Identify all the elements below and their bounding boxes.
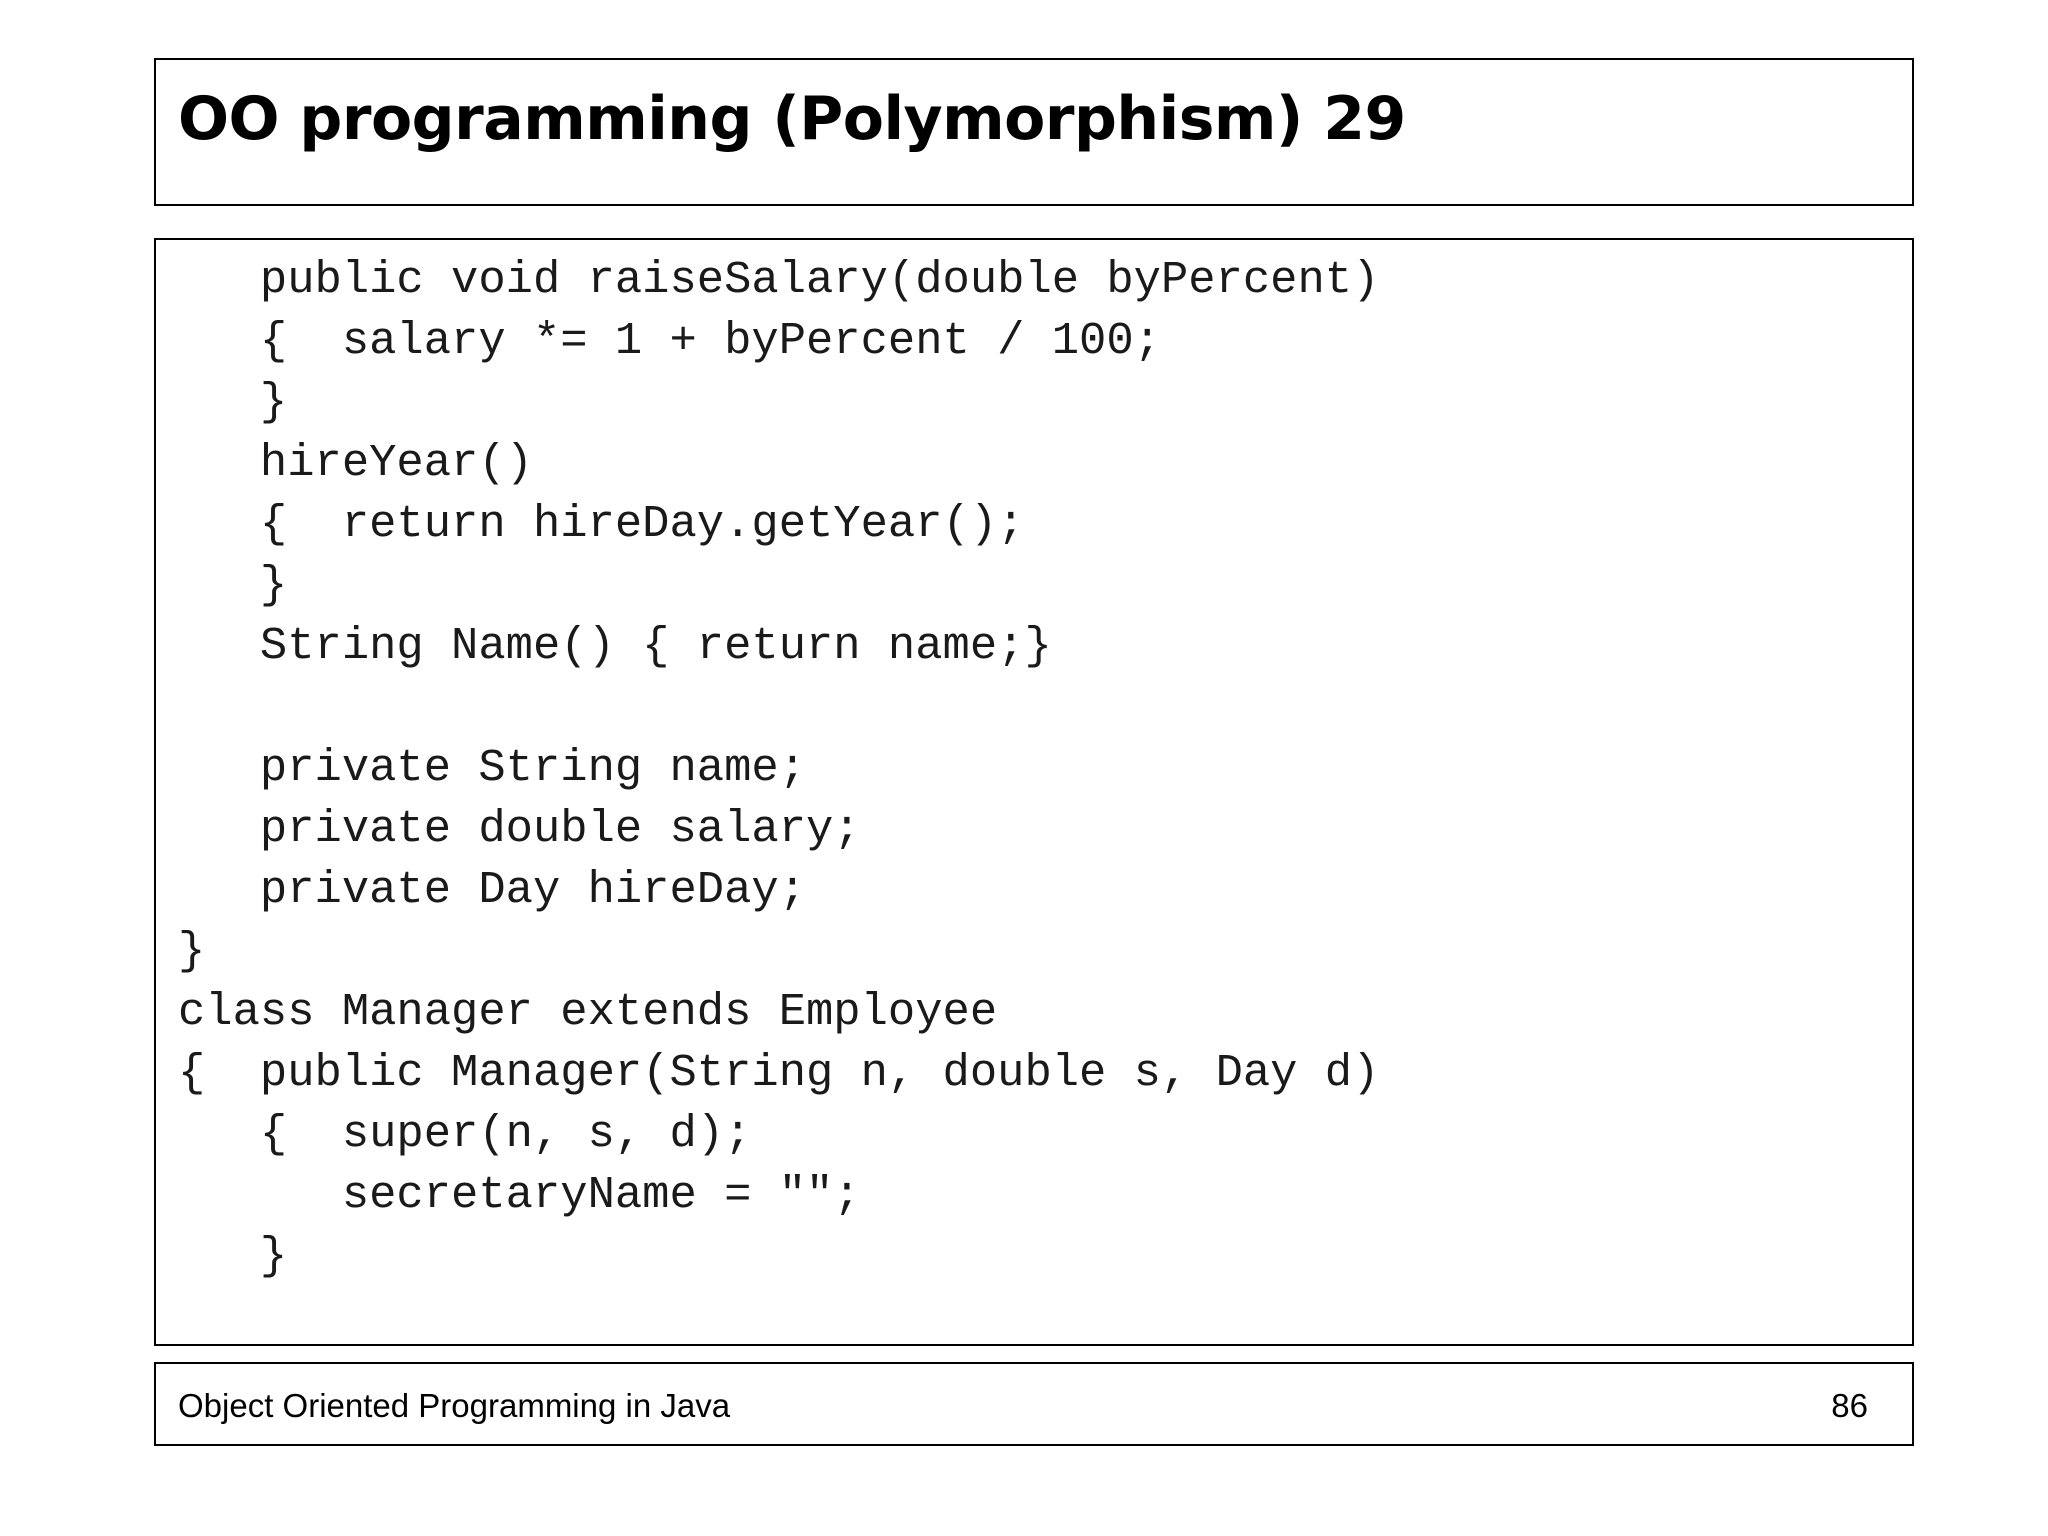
title-box: OO programming (Polymorphism) 29 bbox=[154, 58, 1914, 206]
code-line: } bbox=[178, 1230, 288, 1282]
code-line: { salary *= 1 + byPercent / 100; bbox=[178, 315, 1161, 367]
code-line: { super(n, s, d); bbox=[178, 1108, 752, 1160]
code-line: public void raiseSalary(double byPercent… bbox=[178, 254, 1380, 306]
code-line: hireYear() bbox=[178, 437, 533, 489]
code-line: } bbox=[178, 559, 288, 611]
footer-course-title: Object Oriented Programming in Java bbox=[178, 1387, 731, 1424]
code-line: secretaryName = ""; bbox=[178, 1169, 861, 1221]
code-line: private Day hireDay; bbox=[178, 864, 807, 916]
code-line: private String name; bbox=[178, 742, 807, 794]
code-line: String Name() { return name;} bbox=[178, 620, 1052, 672]
code-line: } bbox=[178, 376, 288, 428]
code-line: } bbox=[178, 925, 206, 977]
page-number: 86 bbox=[1831, 1387, 1868, 1424]
code-block: public void raiseSalary(double byPercent… bbox=[178, 250, 1379, 1287]
content-box: public void raiseSalary(double byPercent… bbox=[154, 238, 1914, 1346]
code-line: private double salary; bbox=[178, 803, 861, 855]
code-line: { public Manager(String n, double s, Day… bbox=[178, 1047, 1380, 1099]
code-line: class Manager extends Employee bbox=[178, 986, 998, 1038]
slide-title: OO programming (Polymorphism) 29 bbox=[178, 84, 1406, 154]
footer-box: Object Oriented Programming in Java 86 bbox=[154, 1362, 1914, 1446]
code-line: { return hireDay.getYear(); bbox=[178, 498, 1025, 550]
